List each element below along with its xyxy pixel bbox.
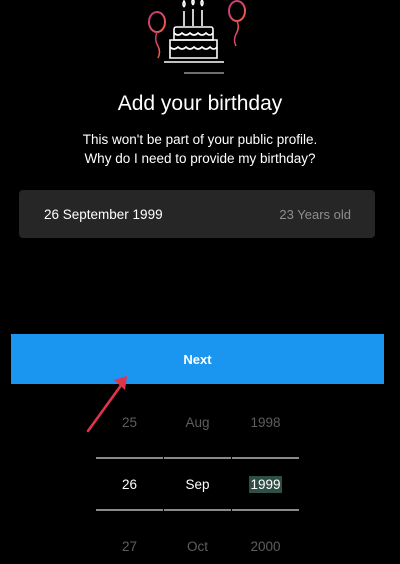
year-wheel[interactable]: 1998 1999 2000	[232, 396, 299, 564]
privacy-note: This won't be part of your public profil…	[82, 132, 318, 147]
year-divider-top	[232, 457, 299, 459]
month-option-selected[interactable]: Sep	[164, 477, 231, 492]
year-option-selected[interactable]: 1999	[232, 476, 299, 493]
year-selected-text: 1999	[249, 476, 282, 493]
birthday-cake-balloons-icon	[148, 0, 246, 74]
birthday-date-value: 26 September 1999	[44, 206, 163, 222]
day-option-next[interactable]: 27	[96, 539, 163, 554]
page-title: Add your birthday	[117, 92, 283, 115]
month-option-prev[interactable]: Aug	[164, 415, 231, 430]
day-divider-top	[96, 457, 163, 459]
birthday-field[interactable]: 26 September 1999 23 Years old	[19, 190, 375, 238]
month-divider-top	[164, 457, 231, 459]
month-wheel[interactable]: Aug Sep Oct	[164, 396, 231, 564]
year-option-next[interactable]: 2000	[232, 539, 299, 554]
month-divider-bottom	[164, 509, 231, 511]
date-picker[interactable]: 25 26 27 Aug Sep Oct 1998 1999 2000	[0, 396, 400, 564]
year-divider-bottom	[232, 509, 299, 511]
day-option-selected[interactable]: 26	[96, 477, 163, 492]
next-button[interactable]: Next	[11, 334, 384, 384]
age-label: 23 Years old	[279, 206, 351, 222]
day-wheel[interactable]: 25 26 27	[96, 396, 163, 564]
day-option-prev[interactable]: 25	[96, 415, 163, 430]
subtitle: This won't be part of your public profil…	[0, 130, 400, 168]
month-option-next[interactable]: Oct	[164, 539, 231, 554]
day-divider-bottom	[96, 509, 163, 511]
why-birthday-link[interactable]: Why do I need to provide my birthday?	[0, 149, 400, 168]
year-option-prev[interactable]: 1998	[232, 415, 299, 430]
